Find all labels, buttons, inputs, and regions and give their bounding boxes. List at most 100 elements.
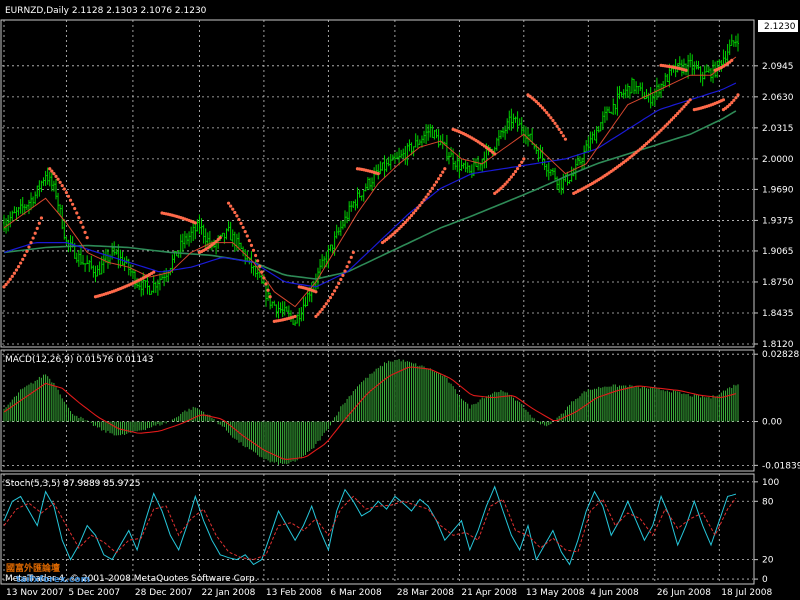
psar-dot <box>557 127 561 131</box>
psar-dot <box>320 307 324 311</box>
psar-dot <box>6 280 10 284</box>
psar-dot <box>56 177 60 181</box>
x-tick-label: 6 Mar 2008 <box>330 588 382 598</box>
x-tick-label: 13 Feb 2008 <box>266 588 322 598</box>
y-tick-label: 1.8750 <box>762 278 794 288</box>
y-tick-label: 1.9375 <box>762 216 794 226</box>
psar-dot <box>245 234 249 238</box>
y-tick-label: 100 <box>762 478 779 488</box>
psar-dot <box>10 274 14 278</box>
psar-dot <box>256 259 260 263</box>
psar-dot <box>335 285 339 289</box>
psar-dot <box>64 190 68 195</box>
psar-dot <box>253 253 258 258</box>
x-tick-label: 13 Nov 2007 <box>6 588 64 598</box>
psar-dot <box>75 211 79 215</box>
psar-dot <box>443 167 447 171</box>
y-tick-label: 2.0000 <box>762 155 794 165</box>
psar-dot <box>4 282 8 287</box>
chart-background <box>0 0 800 600</box>
psar-dot <box>262 276 266 280</box>
psar-dot <box>522 157 526 161</box>
psar-dot <box>418 203 422 207</box>
psar-dot <box>430 186 434 190</box>
psar-dot <box>33 231 37 235</box>
psar-dot <box>559 130 563 135</box>
x-tick-label: 13 May 2008 <box>526 588 585 598</box>
psar-dot <box>12 271 16 275</box>
psar-dot <box>520 160 524 164</box>
psar-dot <box>85 236 89 240</box>
psar-dot <box>545 110 549 115</box>
watermark-url-text: taifxforex.com <box>16 575 90 585</box>
psar-dot <box>736 93 740 97</box>
psar-dot <box>561 134 565 138</box>
psar-dot <box>39 216 44 220</box>
psar-dot <box>343 269 347 273</box>
psar-dot <box>326 299 330 303</box>
psar-dot <box>439 173 443 178</box>
psar-dot <box>68 198 73 202</box>
psar-dot <box>60 183 64 188</box>
psar-dot <box>721 98 726 102</box>
stoch-title: Stoch(5,3,5) 87.9889 85.9725 <box>5 479 140 489</box>
psar-dot <box>730 58 734 63</box>
psar-dot <box>8 277 12 281</box>
y-tick-label: 2.0315 <box>762 124 794 134</box>
psar-dot <box>152 270 156 274</box>
psar-dot <box>218 236 222 240</box>
psar-dot <box>239 221 243 225</box>
psar-dot <box>233 210 237 215</box>
psar-dot <box>314 290 318 294</box>
psar-dot <box>428 189 432 193</box>
psar-dot <box>426 192 430 196</box>
psar-dot <box>52 172 56 176</box>
psar-dot <box>71 202 75 206</box>
psar-dot <box>21 257 25 261</box>
psar-dot <box>330 292 335 296</box>
psar-dot <box>237 217 241 222</box>
psar-dot <box>264 282 268 286</box>
psar-dot <box>66 194 71 198</box>
psar-dot <box>341 273 345 277</box>
y-tick-label: 1.9690 <box>762 185 794 195</box>
psar-dot <box>543 108 547 112</box>
psar-dot <box>441 170 445 174</box>
psar-dot <box>337 281 341 285</box>
psar-dot <box>249 243 254 247</box>
psar-dot <box>734 96 738 100</box>
psar-dot <box>688 98 692 102</box>
psar-dot <box>416 206 420 210</box>
psar-dot <box>241 225 245 230</box>
psar-dot <box>268 295 272 299</box>
y-tick-label: 20 <box>762 556 774 566</box>
psar-dot <box>29 241 33 245</box>
psar-dot <box>507 177 511 182</box>
y-tick-label: 2.0630 <box>762 93 794 103</box>
psar-dot <box>376 172 380 176</box>
x-tick-label: 26 Jun 2008 <box>657 588 711 598</box>
psar-dot <box>553 121 557 125</box>
psar-dot <box>412 211 416 215</box>
x-tick-label: 22 Jan 2008 <box>201 588 255 598</box>
psar-dot <box>434 180 439 184</box>
psar-dot <box>54 174 58 178</box>
psar-dot <box>563 137 568 141</box>
x-tick-label: 4 Jun 2008 <box>590 588 639 598</box>
psar-dot <box>420 201 424 205</box>
psar-dot <box>226 201 231 205</box>
psar-dot <box>81 225 85 229</box>
x-tick-label: 28 Dec 2007 <box>135 588 193 598</box>
psar-dot <box>511 172 516 176</box>
psar-dot <box>231 207 235 211</box>
psar-dot <box>251 248 256 252</box>
psar-dot <box>14 268 19 272</box>
psar-dot <box>73 206 77 211</box>
y-tick-label: 0 <box>762 575 768 585</box>
psar-dot <box>19 261 23 265</box>
y-tick-label: 1.9065 <box>762 247 794 257</box>
psar-dot <box>436 177 441 181</box>
psar-dot <box>293 314 297 319</box>
macd-title: MACD(12,26,9) 0.01576 0.01143 <box>5 355 154 365</box>
watermark-cn-text: 國富外匯論壇 <box>6 562 60 574</box>
